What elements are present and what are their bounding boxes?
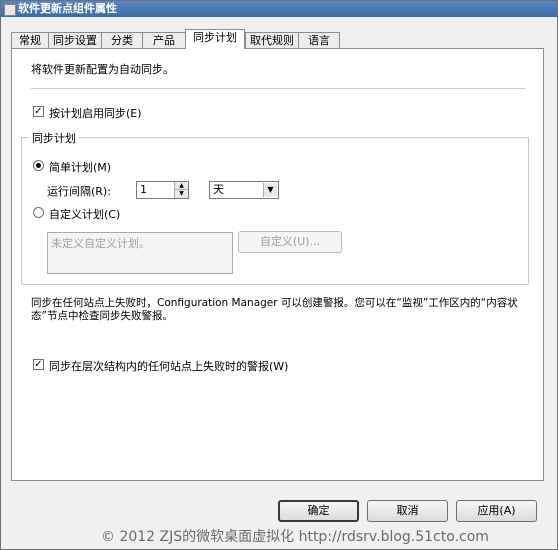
window-title: 软件更新点组件属性 xyxy=(18,2,117,15)
tab-sync-schedule[interactable]: 同步计划 xyxy=(185,29,245,49)
interval-spinner[interactable]: ▲ ▼ xyxy=(174,182,188,198)
simple-schedule-radio[interactable] xyxy=(33,160,44,171)
info-text-line-1: 同步在任何站点上失败时，Configuration Manager 可以创建警报… xyxy=(31,297,518,309)
enable-schedule-checkbox[interactable]: ✓ xyxy=(33,106,44,117)
description-text: 将软件更新配置为自动同步。 xyxy=(31,63,174,76)
watermark-text: © 2012 ZJS的微软桌面虚拟化 http://rdsrv.blog.51c… xyxy=(101,529,489,545)
tab-supersedence-rules[interactable]: 取代规则 xyxy=(245,32,299,48)
failure-alert-label: 同步在层次结构内的任何站点上失败时的警报(W) xyxy=(49,360,289,373)
customize-button[interactable]: 自定义(U)... xyxy=(238,231,342,253)
custom-schedule-placeholder: 未定义自定义计划。 xyxy=(51,237,150,250)
spin-up-icon[interactable]: ▲ xyxy=(174,182,188,190)
tab-general[interactable]: 常规 xyxy=(11,32,49,48)
custom-schedule-radio[interactable] xyxy=(33,207,44,218)
chevron-down-icon[interactable]: ▼ xyxy=(263,183,277,197)
tab-sync-settings[interactable]: 同步设置 xyxy=(48,32,102,48)
sync-schedule-group-title: 同步计划 xyxy=(29,130,79,146)
tab-languages[interactable]: 语言 xyxy=(298,32,340,48)
interval-label: 运行间隔(R): xyxy=(47,185,111,198)
apply-button[interactable]: 应用(A) xyxy=(456,500,537,522)
separator xyxy=(31,88,525,89)
enable-schedule-label: 按计划启用同步(E) xyxy=(49,107,142,120)
tab-panel: 将软件更新配置为自动同步。 ✓ 按计划启用同步(E) 同步计划 简单计划(M) … xyxy=(11,48,544,481)
info-text-line-2: 态”节点中检查同步失败警报。 xyxy=(31,310,173,322)
failure-alert-checkbox[interactable]: ✓ xyxy=(33,359,44,370)
spin-down-icon[interactable]: ▼ xyxy=(174,190,188,198)
properties-dialog: 软件更新点组件属性 常规 同步设置 分类 产品 同步计划 取代规则 语言 将软件… xyxy=(0,0,558,550)
interval-unit-select[interactable]: 天 ▼ xyxy=(209,181,279,199)
ok-button[interactable]: 确定 xyxy=(278,500,359,522)
interval-unit-value: 天 xyxy=(213,183,224,196)
cancel-button[interactable]: 取消 xyxy=(367,500,448,522)
app-icon xyxy=(4,4,16,16)
tab-classifications[interactable]: 分类 xyxy=(101,32,143,48)
custom-schedule-box: 未定义自定义计划。 xyxy=(47,232,233,274)
interval-value: 1 xyxy=(140,183,147,196)
tab-products[interactable]: 产品 xyxy=(142,32,186,48)
info-text: 同步在任何站点上失败时，Configuration Manager 可以创建警报… xyxy=(31,297,536,323)
simple-schedule-label: 简单计划(M) xyxy=(49,161,112,174)
title-bar: 软件更新点组件属性 xyxy=(1,1,557,17)
custom-schedule-label: 自定义计划(C) xyxy=(49,208,121,221)
